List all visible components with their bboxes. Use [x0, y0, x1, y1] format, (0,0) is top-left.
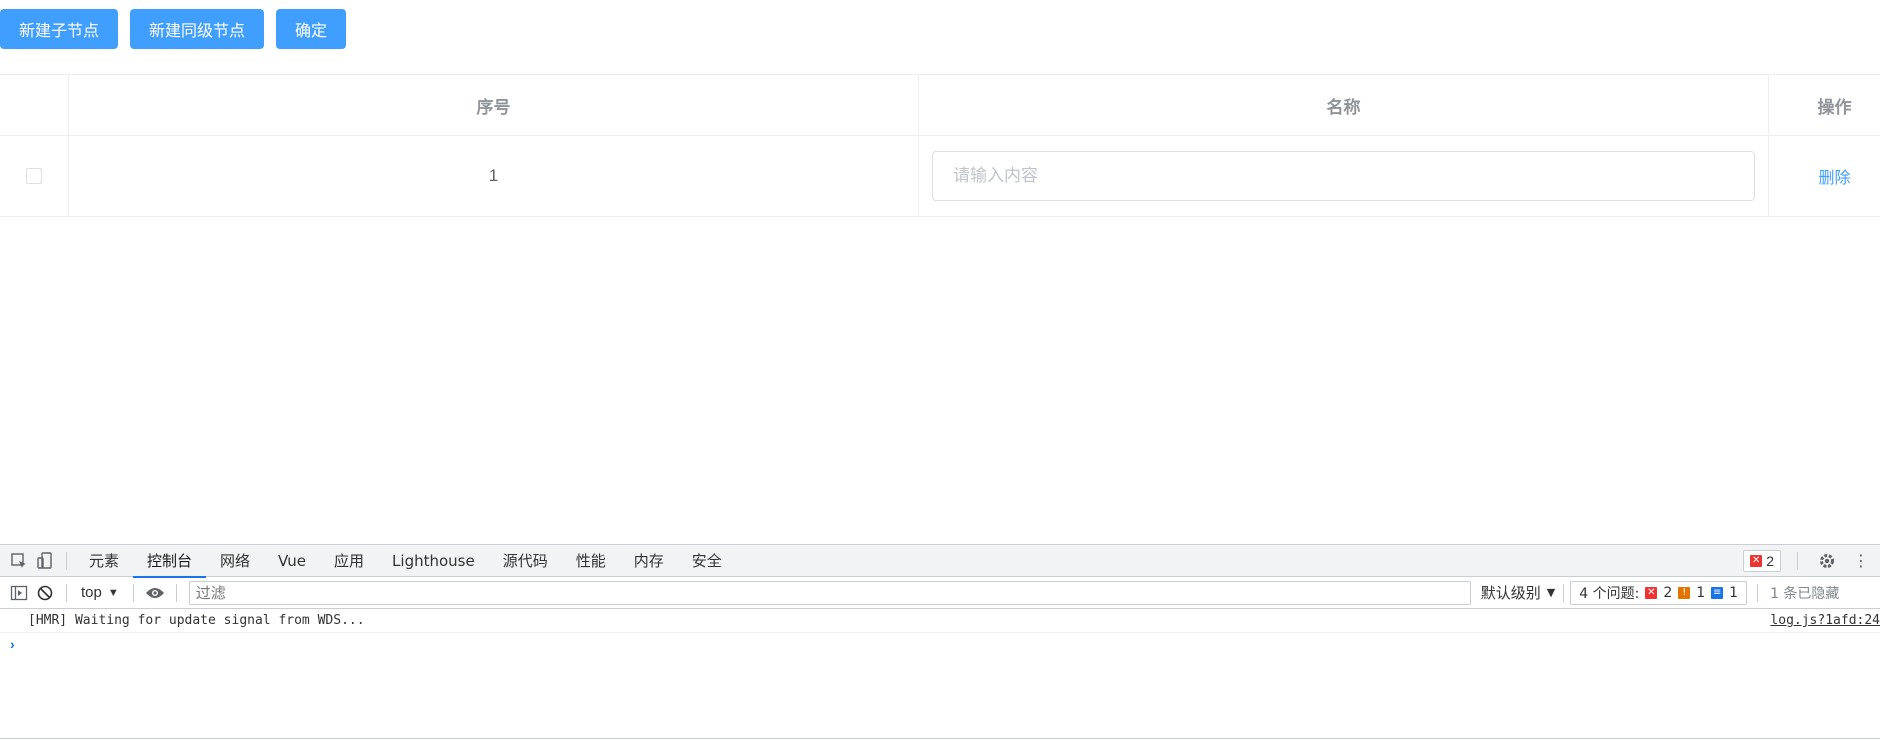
devtools-tab-actions: ✕ 2 ⋮: [1743, 545, 1880, 577]
log-level-value: 默认级别: [1480, 584, 1541, 602]
console-toolbar: top ▼ 默认级别 ▼ 4 个问题: ✕ 2 ! 1 ≡ 1 1 条已隐藏: [0, 577, 1880, 609]
header-select-cell: [0, 75, 69, 135]
issues-error-count: 2: [1663, 584, 1673, 601]
tab-network[interactable]: 网络: [206, 545, 264, 577]
tab-memory[interactable]: 内存: [620, 545, 678, 577]
separator: [175, 583, 177, 602]
row-select-cell: [0, 136, 69, 216]
separator: [66, 551, 67, 570]
tab-console[interactable]: 控制台: [133, 545, 207, 578]
error-icon: ✕: [1645, 586, 1658, 599]
error-count: 2: [1766, 553, 1774, 569]
console-prompt[interactable]: ›: [0, 633, 1880, 655]
console-filter-input[interactable]: [188, 580, 1471, 605]
tab-elements[interactable]: 元素: [75, 545, 133, 577]
header-actions: 操作: [1817, 97, 1852, 118]
row-index: 1: [69, 136, 919, 216]
separator: [66, 583, 67, 602]
tab-security[interactable]: 安全: [678, 545, 736, 577]
info-icon: ≡: [1711, 586, 1724, 599]
hidden-messages-count: 1 条已隐藏: [1770, 585, 1840, 602]
confirm-button[interactable]: 确定: [276, 9, 347, 49]
console-log-entry: [HMR] Waiting for update signal from WDS…: [0, 609, 1880, 633]
add-child-node-button[interactable]: 新建子节点: [0, 9, 119, 49]
log-message: [HMR] Waiting for update signal from WDS…: [28, 613, 365, 628]
tab-application[interactable]: 应用: [320, 545, 378, 577]
context-value: top: [81, 584, 102, 601]
tab-sources[interactable]: 源代码: [489, 545, 562, 577]
header-index: 序号: [69, 75, 919, 135]
log-level-selector[interactable]: 默认级别 ▼: [1471, 582, 1563, 603]
tab-vue[interactable]: Vue: [264, 545, 320, 577]
issues-label: 4 个问题:: [1579, 585, 1640, 602]
tab-lighthouse[interactable]: Lighthouse: [378, 545, 489, 577]
row-checkbox[interactable]: [26, 168, 42, 184]
inspect-element-icon[interactable]: [6, 548, 32, 574]
issues-info-count: 1: [1729, 584, 1739, 601]
issues-badge[interactable]: 4 个问题: ✕ 2 ! 1 ≡ 1: [1570, 580, 1748, 605]
header-name: 名称: [919, 75, 1769, 135]
delete-link[interactable]: 删除: [1818, 164, 1850, 188]
gear-icon[interactable]: [1814, 548, 1840, 574]
log-source-link[interactable]: log.js?1afd:24: [1770, 613, 1880, 628]
clear-console-icon[interactable]: [32, 580, 58, 606]
name-input[interactable]: [932, 151, 1755, 201]
eye-icon[interactable]: [142, 580, 168, 606]
error-icon: ✕: [1750, 555, 1763, 567]
separator: [1563, 583, 1565, 602]
devtools-panel: 元素 控制台 网络 Vue 应用 Lighthouse 源代码 性能 内存 安全…: [0, 544, 1880, 740]
prompt-chevron-icon: ›: [10, 636, 15, 652]
tab-performance[interactable]: 性能: [562, 545, 620, 577]
error-count-badge[interactable]: ✕ 2: [1743, 550, 1781, 572]
row-name-cell: [919, 136, 1769, 216]
more-options-icon[interactable]: ⋮: [1848, 548, 1874, 574]
table-row: 1 删除: [0, 136, 1880, 217]
separator: [132, 583, 134, 602]
row-actions-cell: 删除: [1769, 136, 1880, 216]
warning-icon: !: [1678, 586, 1691, 599]
devtools-tab-bar: 元素 控制台 网络 Vue 应用 Lighthouse 源代码 性能 内存 安全…: [0, 545, 1880, 578]
issues-warning-count: 1: [1696, 584, 1706, 601]
dropdown-arrow-icon: ▼: [107, 586, 119, 599]
dropdown-arrow-icon: ▼: [1546, 586, 1556, 599]
context-selector[interactable]: top ▼: [75, 584, 125, 601]
node-table: 序号 名称 操作 1 删除: [0, 74, 1880, 217]
sidebar-toggle-icon[interactable]: [6, 580, 32, 606]
device-toggle-icon[interactable]: [32, 548, 58, 574]
toolbar: 新建子节点 新建同级节点 确定: [0, 9, 347, 49]
separator: [1797, 552, 1798, 570]
add-sibling-node-button[interactable]: 新建同级节点: [130, 9, 265, 49]
table-header-row: 序号 名称 操作: [0, 75, 1880, 136]
